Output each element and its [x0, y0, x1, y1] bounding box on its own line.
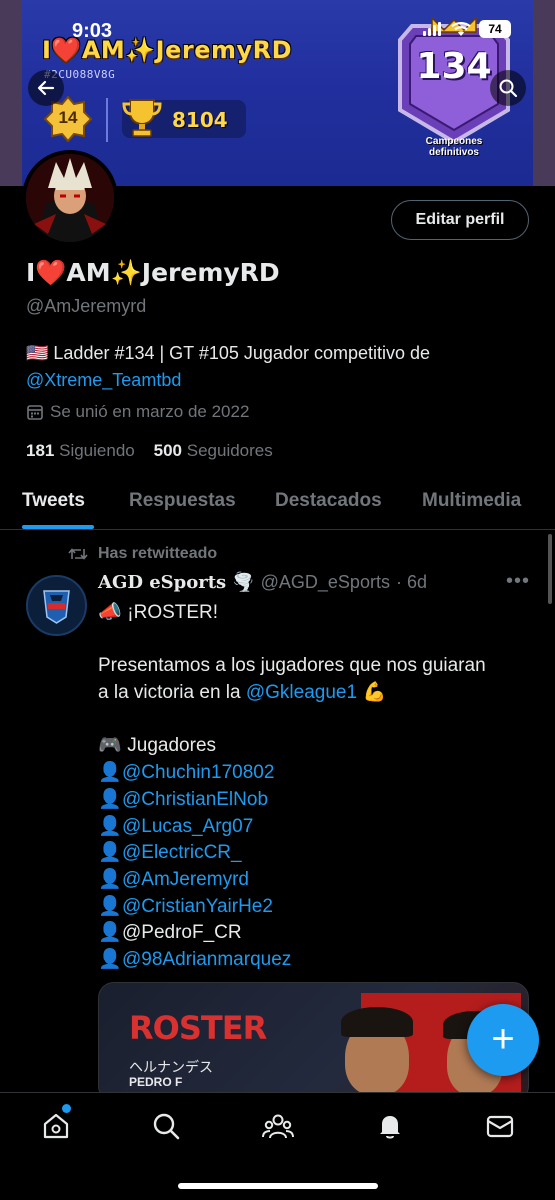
mention-link[interactable]: @CristianYairHe2: [122, 896, 273, 917]
tab-replies[interactable]: Respuestas: [129, 490, 236, 512]
bio-link[interactable]: @Xtreme_Teamtbd: [26, 370, 181, 390]
tab-highlights[interactable]: Destacados: [275, 490, 382, 512]
signal-icon: [423, 22, 441, 36]
nav-messages[interactable]: [480, 1109, 520, 1143]
person-icon: 👤: [98, 842, 122, 864]
tweet-time: · 6d: [395, 572, 427, 592]
wifi-icon: [451, 21, 471, 36]
mention-link[interactable]: @Gkleague1: [246, 682, 357, 703]
person-icon: 👤: [98, 895, 122, 917]
retweet-icon: [68, 548, 88, 560]
tweet-line: Presentamos a los jugadores que nos guia…: [98, 655, 486, 677]
tweet-line: ¡ROSTER!: [127, 602, 219, 623]
calendar-icon: [27, 405, 43, 420]
search-icon: [499, 79, 518, 98]
person-icon: 👤: [98, 788, 122, 810]
scrollbar[interactable]: [548, 534, 552, 604]
game-controller-icon: 🎮: [98, 735, 122, 757]
media-japanese-text: ヘルナンデス: [129, 1059, 213, 1075]
level-number: 14: [58, 108, 78, 127]
tweet-media-image[interactable]: ROSTER ヘルナンデス PEDRO F: [98, 982, 529, 1102]
flexed-biceps-icon: 💪: [362, 682, 387, 704]
user-handle: @AmJeremyrd: [26, 296, 147, 316]
avatar-image: [26, 154, 114, 242]
banner-edge-right: [533, 0, 555, 186]
megaphone-icon: 📣: [98, 602, 122, 623]
mention-link[interactable]: @Chuchin170802: [122, 762, 274, 783]
person-icon: 👤: [98, 948, 122, 970]
display-name: I❤️AM✨JeremyRD: [26, 258, 280, 287]
nav-search[interactable]: [146, 1109, 186, 1143]
profile-tabs: Tweets Respuestas Destacados Multimedia: [0, 478, 555, 530]
banner-edge-left: [0, 0, 22, 186]
home-notification-dot: [62, 1104, 71, 1113]
status-time: 9:03: [72, 20, 113, 42]
person-icon: 👤: [98, 815, 122, 837]
search-button[interactable]: [490, 70, 526, 106]
media-player-name: PEDRO F: [129, 1075, 183, 1089]
tweet-body: 📣 ¡ROSTER! Presentamos a los jugadores q…: [98, 600, 528, 974]
champion-label: Campeones definitivos: [392, 136, 516, 158]
status-icons: 74: [423, 20, 511, 38]
tweet-author-name[interactable]: AGD eSports: [98, 572, 226, 593]
back-button[interactable]: [28, 70, 64, 106]
mention-link[interactable]: @Lucas_Arg07: [122, 816, 253, 837]
person-icon: 👤: [98, 868, 122, 890]
person-icon: 👤: [98, 762, 122, 784]
champion-label-line1: Campeones: [425, 136, 483, 147]
bell-icon: [380, 1116, 400, 1139]
retweet-indicator: Has retwitteado: [68, 545, 217, 563]
tweet-line: Jugadores: [127, 735, 217, 757]
compose-tweet-button[interactable]: +: [467, 1004, 539, 1076]
profile-avatar[interactable]: [22, 150, 118, 246]
joined-date: Se unió en marzo de 2022: [26, 402, 249, 422]
banner-divider: [106, 98, 108, 142]
battery-indicator: 74: [479, 20, 511, 38]
communities-icon: [262, 1114, 294, 1139]
nav-communities[interactable]: [258, 1109, 298, 1143]
nav-notifications[interactable]: [370, 1109, 410, 1143]
joined-text: Se unió en marzo de 2022: [50, 402, 250, 421]
tab-media[interactable]: Multimedia: [422, 490, 521, 512]
tweet-header: AGD eSports 🌪️ @AGD_eSports · 6d: [98, 572, 427, 593]
tornado-icon: 🌪️: [232, 572, 255, 592]
tab-tweets[interactable]: Tweets: [22, 490, 85, 512]
champion-label-line2: definitivos: [428, 147, 479, 158]
edit-profile-button[interactable]: Editar perfil: [391, 200, 529, 240]
bio-text: 🇺🇸 Ladder #134 | GT #105 Jugador competi…: [26, 343, 431, 363]
home-indicator[interactable]: [178, 1183, 378, 1189]
search-icon: [153, 1113, 180, 1140]
tweet-line: a la victoria en la: [98, 682, 241, 704]
followers-count: 500: [153, 441, 183, 460]
player-hair: [341, 1007, 413, 1037]
mention-link[interactable]: @ElectricCR_: [122, 842, 242, 863]
mention-text: @PedroF_CR: [122, 922, 242, 944]
mention-link[interactable]: @ChristianElNob: [122, 789, 268, 810]
retweet-label: Has retwitteado: [98, 545, 218, 562]
tweet-author-avatar[interactable]: [26, 575, 87, 636]
followers-label: Seguidores: [186, 441, 273, 460]
mention-link[interactable]: @98Adrianmarquez: [122, 949, 291, 970]
more-options-icon[interactable]: •••: [506, 570, 530, 593]
nav-home[interactable]: [36, 1109, 76, 1143]
following-count: 181: [26, 441, 55, 460]
following-link[interactable]: 181 Siguiendo: [26, 441, 135, 460]
back-arrow-icon: [37, 80, 55, 96]
followers-link[interactable]: 500 Seguidores: [154, 441, 273, 460]
agd-logo-icon: [43, 590, 70, 624]
home-icon: [43, 1113, 69, 1139]
following-label: Siguiendo: [59, 441, 135, 460]
mail-icon: [486, 1115, 514, 1138]
media-roster-title: ROSTER: [129, 1009, 267, 1047]
trophy-count: 8104: [172, 108, 228, 132]
active-tab-indicator: [22, 525, 94, 529]
mention-link[interactable]: @AmJeremyrd: [122, 869, 249, 890]
profile-bio: 🇺🇸 Ladder #134 | GT #105 Jugador competi…: [26, 340, 536, 394]
trophy-icon: [122, 99, 162, 137]
person-icon: 👤: [98, 922, 122, 944]
tweet-author-handle[interactable]: @AGD_eSports: [261, 572, 390, 593]
follow-stats: 181 Siguiendo 500 Seguidores: [26, 441, 273, 461]
